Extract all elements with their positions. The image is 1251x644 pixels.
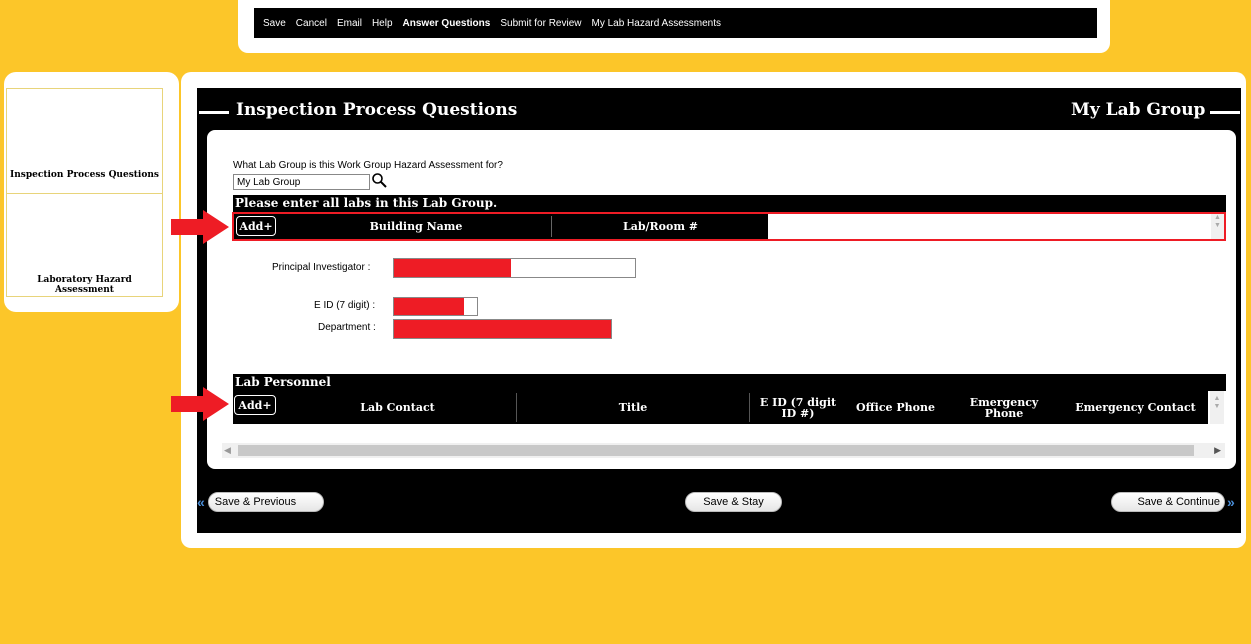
redaction [394,298,464,315]
page-title: Inspection Process Questions [236,100,518,120]
column-header-title[interactable]: Title [517,391,749,424]
column-header-office-phone[interactable]: Office Phone [846,391,945,424]
eid-label: E ID (7 digit) : [314,300,376,311]
magnifier-icon[interactable] [371,172,387,188]
header-line-left [199,111,229,114]
scroll-right-icon[interactable]: ▶ [1214,445,1221,456]
principal-investigator-field[interactable] [393,258,636,278]
menu-save[interactable]: Save [263,18,286,29]
menu-help[interactable]: Help [372,18,393,29]
lab-group-question: What Lab Group is this Work Group Hazard… [233,160,503,171]
red-arrow-icon [171,387,231,421]
scroll-up-icon[interactable]: ▲ [1211,214,1224,222]
save-previous-button[interactable]: Save & Previous [207,492,324,512]
department-field[interactable] [393,319,612,339]
column-header-lab-room[interactable]: Lab/Room # [553,214,768,239]
top-menu: Save Cancel Email Help Answer Questions … [254,8,1097,38]
column-header-lab-contact[interactable]: Lab Contact [279,391,516,424]
horizontal-scrollbar[interactable]: ◀ ▶ [222,443,1225,458]
column-header-emergency-phone[interactable]: Emergency Phone [945,391,1063,424]
double-chevron-left-icon: « [197,494,205,510]
lab-group-input[interactable]: My Lab Group [233,174,370,190]
save-continue-button[interactable]: Save & Continue [1111,492,1225,512]
scroll-down-icon[interactable]: ▼ [1211,222,1224,230]
red-arrow-icon [171,210,231,244]
personnel-vertical-scrollbar[interactable]: ▲ ▼ [1210,391,1224,424]
personnel-section-header: Lab Personnel [233,374,1226,391]
menu-answer-questions[interactable]: Answer Questions [403,18,491,29]
save-previous-group: « Save & Previous [197,492,324,512]
menu-my-lab-hazard-assessments[interactable]: My Lab Hazard Assessments [591,18,721,29]
menu-email[interactable]: Email [337,18,362,29]
scroll-left-icon[interactable]: ◀ [224,445,231,456]
sidebar-divider [7,193,162,194]
department-label: Department : [318,322,376,333]
personnel-add-button[interactable]: Add+ [234,395,276,415]
labs-add-button[interactable]: Add+ [236,216,276,236]
sidebar-item-inspection-process-questions[interactable]: Inspection Process Questions [7,170,162,180]
redaction [394,259,511,277]
header-line-right [1210,111,1240,114]
principal-investigator-label: Principal Investigator : [272,262,371,273]
double-chevron-right-icon: » [1227,494,1235,510]
sidebar-item-laboratory-hazard-assessment[interactable]: Laboratory Hazard Assessment [7,275,162,295]
labs-section-header: Please enter all labs in this Lab Group. [233,195,1226,212]
scroll-up-icon[interactable]: ▲ [1210,395,1224,403]
column-divider [551,216,552,237]
sidebar: Inspection Process Questions Laboratory … [6,88,163,297]
menu-submit-for-review[interactable]: Submit for Review [500,18,581,29]
labs-vertical-scrollbar[interactable]: ▲ ▼ [1211,214,1224,239]
redaction [394,320,611,338]
column-header-eid[interactable]: E ID (7 digit ID #) [750,391,846,424]
save-stay-button[interactable]: Save & Stay [685,492,782,512]
save-continue-group: Save & Continue » [1111,492,1235,512]
eid-field[interactable] [393,297,478,316]
scrollbar-thumb[interactable] [238,445,1194,456]
menu-cancel[interactable]: Cancel [296,18,327,29]
lab-group-title: My Lab Group [1071,100,1206,120]
scroll-down-icon[interactable]: ▼ [1210,403,1224,411]
column-header-emergency-contact[interactable]: Emergency Contact [1063,391,1208,424]
column-header-building-name[interactable]: Building Name [280,214,552,239]
